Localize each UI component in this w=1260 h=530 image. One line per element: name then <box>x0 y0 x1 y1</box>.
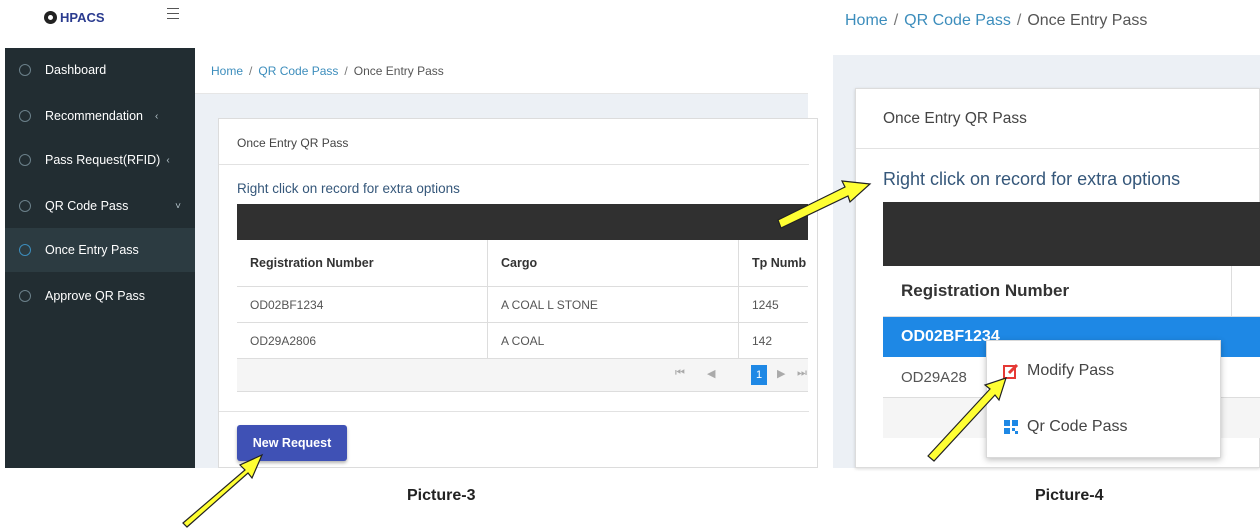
arrow-to-modify-pass-icon <box>927 377 1007 462</box>
arrow-to-new-request-icon <box>182 453 264 528</box>
arrow-to-hint-icon <box>777 180 872 229</box>
annotation-arrows <box>182 180 1007 528</box>
